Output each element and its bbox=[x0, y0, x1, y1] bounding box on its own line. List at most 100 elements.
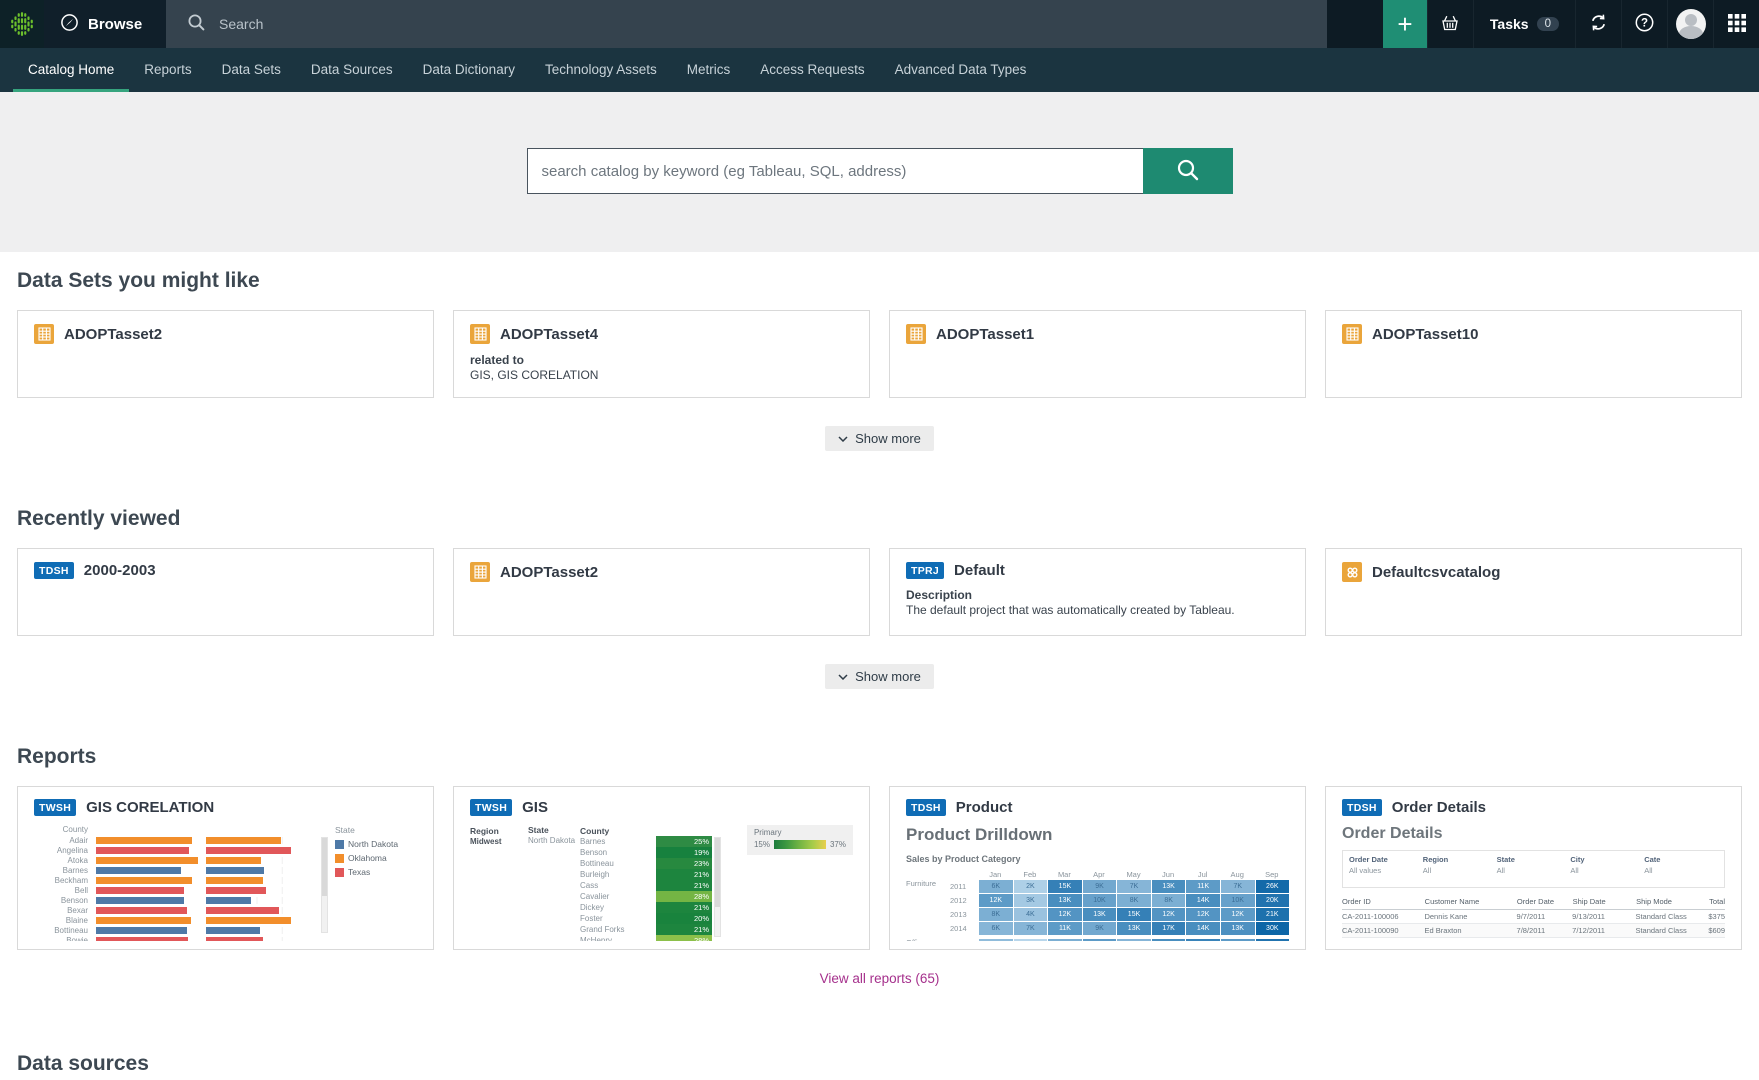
heat-cell: 10K bbox=[1221, 894, 1255, 907]
scrollbar[interactable] bbox=[321, 837, 328, 933]
dataset-card[interactable]: ADOPTasset2 bbox=[17, 310, 434, 398]
table-icon bbox=[906, 324, 926, 344]
report-thumbnail: Product DrilldownSales by Product Catego… bbox=[906, 825, 1289, 941]
asset-type-badge: TDSH bbox=[1342, 799, 1382, 816]
section-datasets: Data Sets you might like ADOPTasset2ADOP… bbox=[17, 269, 1742, 451]
heat-cell: 14K bbox=[1186, 894, 1220, 907]
heat-cell: 7K bbox=[1221, 880, 1255, 893]
report-card[interactable]: TDSH Product Product DrilldownSales by Pro… bbox=[889, 786, 1306, 950]
show-more-recent-button[interactable]: Show more bbox=[825, 664, 934, 689]
heat-table-thumb: RegionStateCountyMidwestNorth DakotaBarn… bbox=[470, 825, 853, 941]
bar bbox=[96, 857, 198, 864]
basket-button[interactable] bbox=[1427, 0, 1473, 48]
recent-card[interactable]: Defaultcsvcatalog bbox=[1325, 548, 1742, 636]
card-title[interactable]: ADOPTasset1 bbox=[936, 326, 1034, 343]
asset-type-badge: TDSH bbox=[906, 799, 946, 816]
user-menu-button[interactable] bbox=[1667, 0, 1713, 48]
apps-grid-button[interactable] bbox=[1713, 0, 1759, 48]
global-search[interactable]: Search bbox=[166, 0, 1327, 48]
datasets-grid: ADOPTasset2 ADOPTasset4related toGIS, GIS… bbox=[17, 310, 1742, 398]
dataset-card[interactable]: ADOPTasset4related toGIS, GIS CORELATION bbox=[453, 310, 870, 398]
report-card[interactable]: TWSH GIS RegionStateCountyMidwestNorth Dak… bbox=[453, 786, 870, 950]
bar bbox=[96, 847, 189, 854]
catalog-search-button[interactable] bbox=[1143, 148, 1233, 194]
data-table: Order IDCustomer NameOrder DateShip Date… bbox=[1342, 897, 1725, 941]
heat-cell: 8K bbox=[1117, 894, 1151, 907]
scrollbar[interactable] bbox=[714, 837, 721, 937]
table-icon bbox=[470, 324, 490, 344]
recent-card[interactable]: TPRJDefaultDescriptionThe default projec… bbox=[889, 548, 1306, 636]
main-content: Data Sets you might like ADOPTasset2ADOP… bbox=[0, 269, 1759, 1076]
card-title[interactable]: Order Details bbox=[1392, 799, 1486, 816]
tasks-button[interactable]: Tasks 0 bbox=[1473, 0, 1575, 48]
card-title[interactable]: Defaultcsvcatalog bbox=[1372, 564, 1500, 581]
card-title[interactable]: Product bbox=[956, 799, 1013, 816]
report-card[interactable]: TDSHOrder DetailsOrder DetailsOrder Date… bbox=[1325, 786, 1742, 950]
bar bbox=[96, 887, 184, 894]
primary-nav: Catalog HomeReportsData SetsData Sources… bbox=[0, 48, 1759, 92]
heat-cell: 13K bbox=[1152, 939, 1186, 941]
thumb-subtitle: Sales by Product Category bbox=[906, 854, 1289, 864]
bar bbox=[206, 837, 281, 844]
card-title[interactable]: GIS bbox=[522, 799, 548, 816]
nav-tab-access-requests[interactable]: Access Requests bbox=[745, 48, 879, 92]
heat-cell: 11K bbox=[1186, 880, 1220, 893]
section-datasources: Data sources bbox=[17, 1052, 1742, 1076]
color-legend: Primary15%37% bbox=[747, 825, 853, 855]
filter-bar: Order DateAll valuesRegionAllStateAllCit… bbox=[1342, 850, 1725, 888]
nav-tab-catalog-home[interactable]: Catalog Home bbox=[13, 48, 129, 92]
card-title[interactable]: Default bbox=[954, 562, 1005, 579]
nav-tab-data-sources[interactable]: Data Sources bbox=[296, 48, 408, 92]
table-row: CA-2011-100090Ed Braxton7/8/20117/12/201… bbox=[1342, 924, 1725, 938]
show-more-datasets-button[interactable]: Show more bbox=[825, 426, 934, 451]
dataset-card[interactable]: ADOPTasset10 bbox=[1325, 310, 1742, 398]
heat-cell: 26K bbox=[1256, 880, 1290, 893]
heat-cell: 2K bbox=[1014, 880, 1048, 893]
recent-card[interactable]: TDSH2000-2003 bbox=[17, 548, 434, 636]
nav-tab-reports[interactable]: Reports bbox=[129, 48, 206, 92]
compose-button[interactable]: + bbox=[1383, 0, 1427, 48]
card-title[interactable]: ADOPTasset10 bbox=[1372, 326, 1478, 343]
report-card[interactable]: TWSHGIS CORELATIONCountyAdairAngelinaAto… bbox=[17, 786, 434, 950]
card-title[interactable]: ADOPTasset2 bbox=[500, 564, 598, 581]
heat-cell: 17K bbox=[1152, 922, 1186, 935]
heat-cell: 5K bbox=[979, 939, 1013, 941]
heat-cell: 8K bbox=[979, 908, 1013, 921]
nav-tab-metrics[interactable]: Metrics bbox=[672, 48, 746, 92]
basket-icon bbox=[1440, 13, 1460, 36]
card-title[interactable]: 2000-2003 bbox=[84, 562, 156, 579]
heat-cell: 12K bbox=[1152, 908, 1186, 921]
nav-tab-data-sets[interactable]: Data Sets bbox=[207, 48, 296, 92]
card-title[interactable]: ADOPTasset4 bbox=[500, 326, 598, 343]
nav-tab-technology-assets[interactable]: Technology Assets bbox=[530, 48, 672, 92]
bar bbox=[206, 897, 252, 904]
global-search-placeholder: Search bbox=[219, 16, 263, 32]
browse-button[interactable]: Browse bbox=[44, 0, 166, 48]
heat-cell: 9K bbox=[1083, 880, 1117, 893]
help-button[interactable]: ? bbox=[1621, 0, 1667, 48]
card-title[interactable]: ADOPTasset2 bbox=[64, 326, 162, 343]
heat-cell: 15K bbox=[1048, 880, 1082, 893]
card-sub-label: Description bbox=[906, 588, 1289, 602]
heat-cell: 15K bbox=[1117, 908, 1151, 921]
view-all-reports-link[interactable]: View all reports (65) bbox=[820, 971, 940, 986]
chevron-down-icon bbox=[838, 674, 848, 680]
schema-icon bbox=[1342, 562, 1362, 582]
recent-card[interactable]: ADOPTasset2 bbox=[453, 548, 870, 636]
chart-legend: StateNorth DakotaOklahomaTexas bbox=[331, 825, 417, 941]
heat-cell: 13K bbox=[1152, 880, 1186, 893]
asset-type-badge: TWSH bbox=[470, 799, 512, 816]
heat-cell: 13K bbox=[1117, 922, 1151, 935]
sync-icon bbox=[1588, 12, 1609, 36]
svg-text:?: ? bbox=[1641, 18, 1648, 30]
nav-tab-data-dictionary[interactable]: Data Dictionary bbox=[408, 48, 530, 92]
catalog-search-input[interactable] bbox=[527, 148, 1143, 194]
dataset-card[interactable]: ADOPTasset1 bbox=[889, 310, 1306, 398]
bar bbox=[96, 897, 184, 904]
app-logo[interactable] bbox=[0, 0, 44, 48]
sync-button[interactable] bbox=[1575, 0, 1621, 48]
nav-tab-advanced-data-types[interactable]: Advanced Data Types bbox=[880, 48, 1042, 92]
heat-cell: 21K bbox=[1256, 939, 1290, 941]
card-title[interactable]: GIS CORELATION bbox=[86, 799, 214, 816]
heat-cell: 7K bbox=[1014, 922, 1048, 935]
